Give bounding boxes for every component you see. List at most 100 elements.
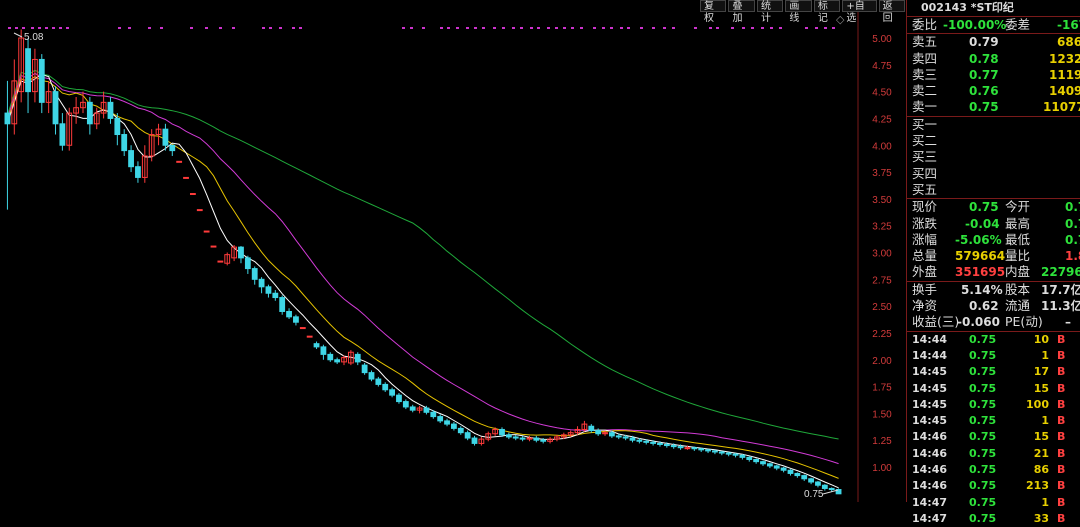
candle-body[interactable] xyxy=(382,383,389,391)
candle-body[interactable] xyxy=(217,260,224,263)
candle-body[interactable] xyxy=(746,456,753,460)
candle-body[interactable] xyxy=(368,372,375,380)
candle-body[interactable] xyxy=(444,420,450,425)
candle-body[interactable] xyxy=(828,487,835,491)
candle-body[interactable] xyxy=(251,268,258,280)
buy-row[interactable]: 买二 xyxy=(907,133,1080,149)
toolbar-stats-button[interactable]: 统计 xyxy=(756,0,784,24)
sell-row[interactable]: 卖五 0.79 6869 xyxy=(907,34,1080,50)
candle-body[interactable] xyxy=(705,449,711,452)
candle-body[interactable] xyxy=(196,209,203,212)
toolbar-back-button[interactable]: 返回 xyxy=(878,0,906,24)
candle-body[interactable] xyxy=(519,437,526,440)
candle-body[interactable] xyxy=(760,461,766,465)
sell-row[interactable]: 卖一 0.75 110770 xyxy=(907,99,1080,117)
candle-body[interactable] xyxy=(162,128,169,146)
candle-body[interactable] xyxy=(732,453,739,456)
candle-body[interactable] xyxy=(121,134,128,152)
candle-body[interactable] xyxy=(505,434,512,438)
candle-body[interactable] xyxy=(437,416,444,422)
candle-body[interactable] xyxy=(739,454,746,458)
candle-body[interactable] xyxy=(52,91,59,125)
candle-body[interactable] xyxy=(396,394,402,403)
candle-body[interactable] xyxy=(25,48,31,93)
candle-body[interactable] xyxy=(238,246,244,259)
candle-body[interactable] xyxy=(169,144,176,152)
toolbar-mark-button[interactable]: 标记 xyxy=(813,0,841,24)
candle-body[interactable] xyxy=(320,346,327,355)
candle-body[interactable] xyxy=(499,428,505,436)
candle-body[interactable] xyxy=(718,451,725,454)
candle-body[interactable] xyxy=(430,411,437,418)
buy-row[interactable]: 买三 xyxy=(907,149,1080,165)
candle-body[interactable] xyxy=(409,406,416,411)
candle-body[interactable] xyxy=(183,176,189,179)
candle-body[interactable] xyxy=(698,448,705,451)
toolbar-fuquan-button[interactable]: 复权 xyxy=(700,0,727,24)
candle-body[interactable] xyxy=(650,441,657,444)
candle-body[interactable] xyxy=(354,353,361,363)
candle-body[interactable] xyxy=(533,437,540,441)
candle-body[interactable] xyxy=(615,435,622,438)
candle-body[interactable] xyxy=(107,101,114,119)
candle-body[interactable] xyxy=(512,436,519,439)
candle-body[interactable] xyxy=(203,230,210,233)
buy-row[interactable]: 买四 xyxy=(907,166,1080,182)
candle-body[interactable] xyxy=(677,446,684,449)
candle-body[interactable] xyxy=(313,343,320,348)
diamond-icon[interactable]: ◇ xyxy=(836,13,844,26)
candle-body[interactable] xyxy=(773,465,780,469)
candle-body[interactable] xyxy=(189,193,196,196)
toolbar-add-watchlist-button[interactable]: +自选 xyxy=(842,0,877,24)
candle-body[interactable] xyxy=(663,443,670,447)
candle-body[interactable] xyxy=(389,389,395,396)
candle-body[interactable] xyxy=(684,447,691,450)
sell-row[interactable]: 卖二 0.76 14098 xyxy=(907,83,1080,99)
candle-body[interactable] xyxy=(608,432,615,437)
candle-body[interactable] xyxy=(815,481,821,486)
candle-body[interactable] xyxy=(753,458,760,463)
candle-body[interactable] xyxy=(272,292,279,299)
candle-body[interactable] xyxy=(787,469,794,474)
candle-body[interactable] xyxy=(643,440,650,443)
candle-body[interactable] xyxy=(808,478,814,483)
candle-body[interactable] xyxy=(258,278,265,288)
candle-body[interactable] xyxy=(135,166,141,178)
candle-body[interactable] xyxy=(629,437,636,441)
candle-body[interactable] xyxy=(4,112,11,125)
candle-body[interactable] xyxy=(293,316,299,323)
candle-body[interactable] xyxy=(794,472,801,477)
candle-body[interactable] xyxy=(375,378,382,385)
candle-body[interactable] xyxy=(327,353,334,361)
candle-body[interactable] xyxy=(114,117,121,136)
toolbar-draw-button[interactable]: 画线 xyxy=(785,0,812,24)
candle-body[interactable] xyxy=(451,423,457,429)
candle-body[interactable] xyxy=(38,58,45,103)
toolbar-overlay-button[interactable]: 叠加 xyxy=(728,0,755,24)
candle-body[interactable] xyxy=(59,123,66,146)
candle-body[interactable] xyxy=(423,407,430,413)
candle-body[interactable] xyxy=(657,442,663,445)
candle-body[interactable] xyxy=(464,432,471,439)
candle-body[interactable] xyxy=(86,101,93,125)
sell-row[interactable]: 卖三 0.77 11194 xyxy=(907,67,1080,83)
candle-body[interactable] xyxy=(712,450,718,453)
candle-body[interactable] xyxy=(725,452,732,455)
candle-body[interactable] xyxy=(299,327,306,330)
candle-body[interactable] xyxy=(334,359,341,363)
candle-body[interactable] xyxy=(821,484,828,489)
candle-body[interactable] xyxy=(801,475,808,480)
candle-body[interactable] xyxy=(595,430,602,435)
buy-row[interactable]: 买一 xyxy=(907,117,1080,133)
candle-body[interactable] xyxy=(286,310,292,318)
candle-body[interactable] xyxy=(622,436,629,439)
candle-body[interactable] xyxy=(306,335,313,338)
candle-body[interactable] xyxy=(176,160,183,163)
candle-body[interactable] xyxy=(279,297,286,312)
kline-svg[interactable]: 5.00 4.75 4.50 4.25 4.00 3.75 3.50 3.25 3.00 2.75… xyxy=(0,0,905,502)
sell-row[interactable]: 卖四 0.78 12328 xyxy=(907,51,1080,67)
candle-body[interactable] xyxy=(636,439,643,442)
candle-body[interactable] xyxy=(780,467,787,471)
candle-body[interactable] xyxy=(457,427,464,434)
candle-body[interactable] xyxy=(588,425,595,432)
